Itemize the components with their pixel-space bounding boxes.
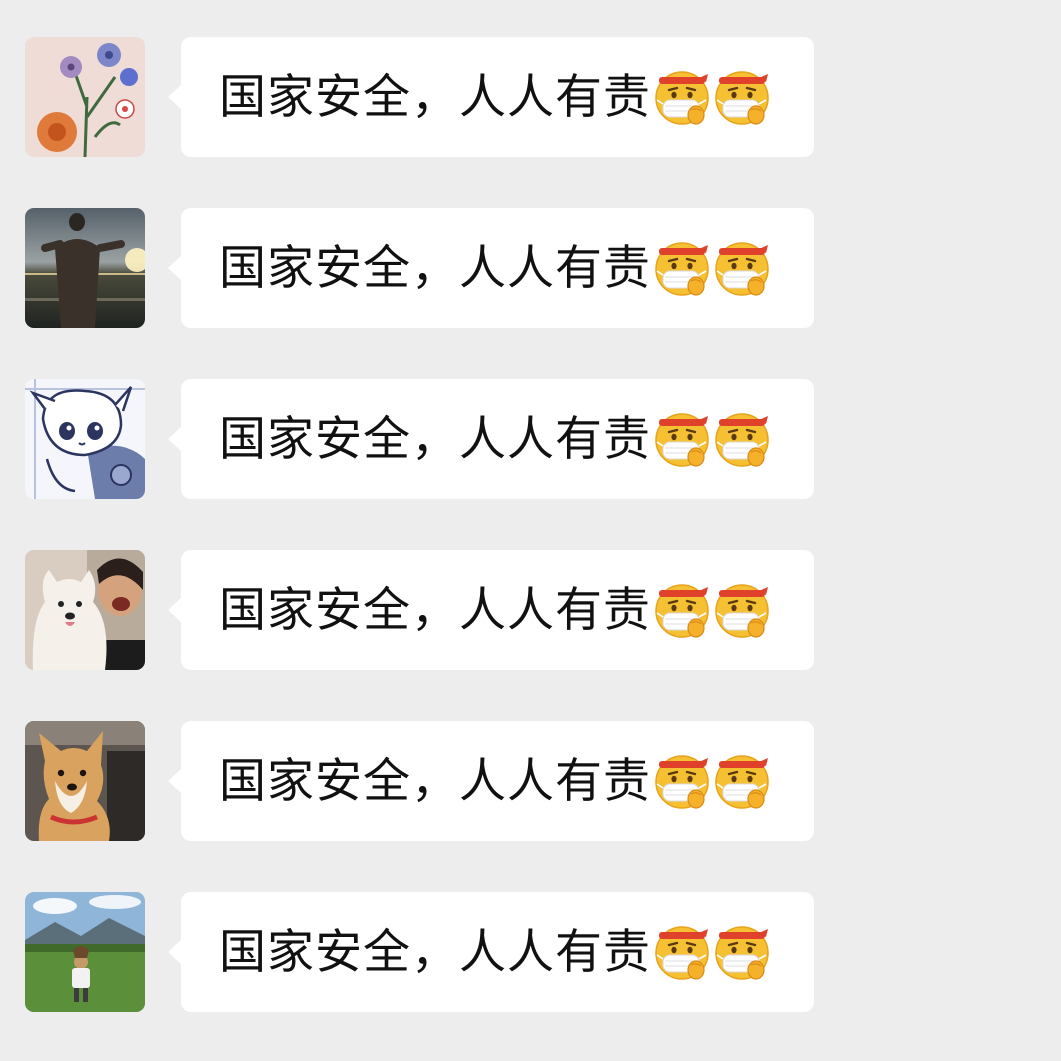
face-with-mask-headband-emoji [653, 239, 711, 297]
face-with-mask-headband-emoji [653, 923, 711, 981]
sunset-silhouette-avatar[interactable] [25, 208, 145, 328]
samoyed-selfie-avatar[interactable] [25, 550, 145, 670]
message-text: 国家安全，人人有责 [219, 753, 651, 809]
message-text: 国家安全，人人有责 [219, 411, 651, 467]
face-with-mask-headband-emoji [653, 581, 711, 639]
message-row: 国家安全，人人有责 [0, 37, 1061, 159]
message-bubble[interactable]: 国家安全，人人有责 [168, 379, 814, 499]
message-text: 国家安全，人人有责 [219, 69, 651, 125]
message-bubble[interactable]: 国家安全，人人有责 [168, 721, 814, 841]
corgi-photo-avatar[interactable] [25, 721, 145, 841]
message-row: 国家安全，人人有责 [0, 208, 1061, 330]
message-bubble[interactable]: 国家安全，人人有责 [168, 550, 814, 670]
message-row: 国家安全，人人有责 [0, 721, 1061, 843]
face-with-mask-headband-emoji [713, 923, 771, 981]
anime-sketch-avatar[interactable] [25, 379, 145, 499]
face-with-mask-headband-emoji [713, 410, 771, 468]
child-meadow-avatar[interactable] [25, 892, 145, 1012]
message-bubble[interactable]: 国家安全，人人有责 [168, 208, 814, 328]
message-text: 国家安全，人人有责 [219, 582, 651, 638]
message-bubble[interactable]: 国家安全，人人有责 [168, 892, 814, 1012]
message-bubble[interactable]: 国家安全，人人有责 [168, 37, 814, 157]
message-row: 国家安全，人人有责 [0, 892, 1061, 1014]
face-with-mask-headband-emoji [653, 410, 711, 468]
face-with-mask-headband-emoji [653, 68, 711, 126]
message-text: 国家安全，人人有责 [219, 240, 651, 296]
face-with-mask-headband-emoji [713, 68, 771, 126]
face-with-mask-headband-emoji [713, 239, 771, 297]
message-text: 国家安全，人人有责 [219, 924, 651, 980]
message-row: 国家安全，人人有责 [0, 550, 1061, 672]
face-with-mask-headband-emoji [713, 581, 771, 639]
flower-drawing-avatar[interactable] [25, 37, 145, 157]
face-with-mask-headband-emoji [713, 752, 771, 810]
chat-message-list: 国家安全，人人有责 国家安全，人人有责 国家安全，人人有责 国家安全，人人有责 … [0, 0, 1061, 1061]
message-row: 国家安全，人人有责 [0, 379, 1061, 501]
face-with-mask-headband-emoji [653, 752, 711, 810]
